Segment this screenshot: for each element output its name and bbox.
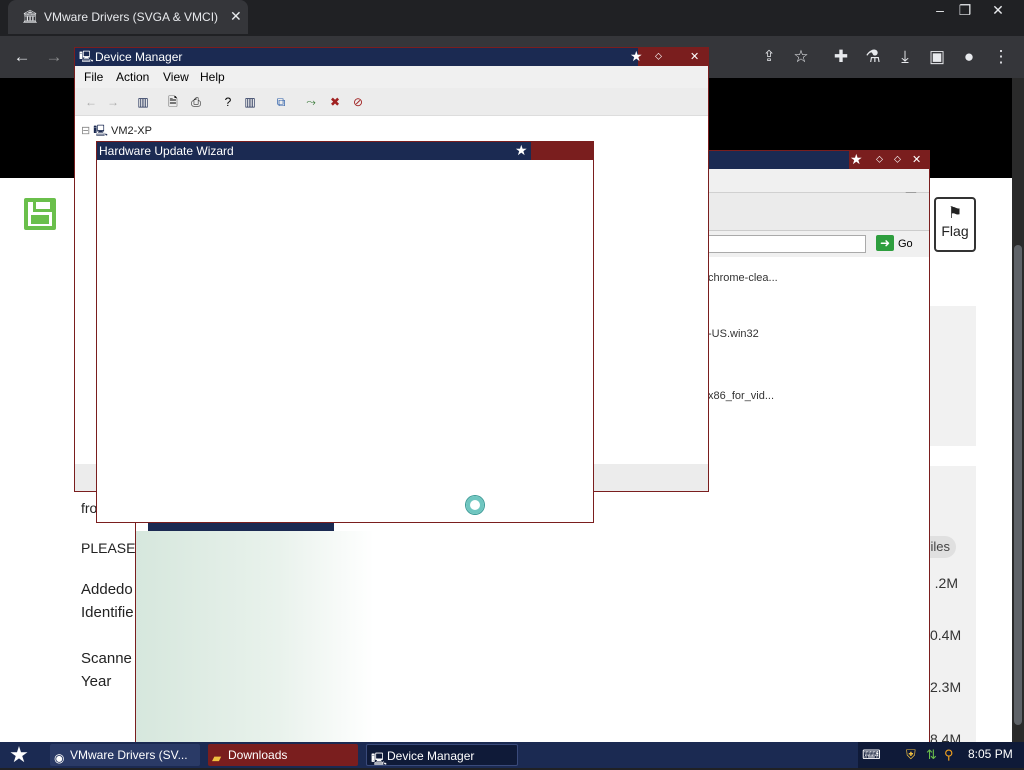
file-size: 2.3M — [930, 679, 962, 695]
properties-icon[interactable]: 🗎 — [165, 94, 181, 110]
menu-icon[interactable]: ⋮ — [990, 46, 1012, 68]
star-icon: ★ — [850, 151, 863, 167]
window-titlebar[interactable]: 🖳 Device Manager ★ ⬦ ✕ — [75, 48, 708, 66]
star-icon: ★ — [515, 142, 528, 158]
bank-icon: 🏛 — [22, 9, 39, 24]
expand-toggle-icon[interactable]: ⊟ — [81, 125, 90, 137]
address-input[interactable] — [708, 235, 866, 253]
chrome-icon: ◉ — [54, 751, 65, 765]
taskbar-item-downloads[interactable]: ▰ Downloads — [208, 744, 358, 766]
share-icon[interactable]: ⇪ — [758, 46, 780, 68]
scrollbar-thumb[interactable] — [1014, 245, 1022, 725]
flag-label: Flag — [941, 223, 969, 239]
side-panel — [930, 466, 976, 746]
update-driver-icon[interactable]: ⤳ — [303, 94, 319, 110]
download-icon[interactable]: ⤓ — [894, 46, 916, 68]
back-icon[interactable]: ← — [11, 46, 33, 68]
taskbar-label: Device Manager — [387, 749, 475, 763]
computer-icon: 🖳 — [93, 125, 108, 137]
menu-file[interactable]: File — [84, 70, 103, 84]
flag-button[interactable]: ⚑ Flag — [934, 197, 976, 252]
taskbar-label: VMware Drivers (SV... — [70, 748, 188, 762]
maximize-icon[interactable]: ⬦ — [894, 151, 901, 169]
extensions-icon[interactable]: ✚ — [830, 46, 852, 68]
tab-title: VMware Drivers (SVGA & VMCI) for — [44, 10, 220, 24]
taskbar: ★ ◉ VMware Drivers (SV... ▰ Downloads 🖳 Dev… — [0, 742, 1024, 768]
close-icon[interactable]: ✕ — [690, 48, 699, 66]
security-shield-icon[interactable]: ⛨ — [906, 747, 916, 763]
uninstall-icon[interactable]: ✖ — [327, 94, 343, 110]
show-hide-tree-icon[interactable]: ▥ — [135, 94, 151, 110]
menu-bar: File Action View Help — [75, 66, 708, 88]
minimize-icon[interactable]: ⬦ — [655, 48, 662, 66]
taskbar-item-chrome[interactable]: ◉ VMware Drivers (SV... — [50, 744, 200, 766]
flag-icon: ⚑ — [947, 205, 963, 222]
page-text: Addedo — [81, 581, 133, 598]
taskbar-item-device-manager[interactable]: 🖳 Device Manager — [366, 744, 518, 766]
side-panel — [930, 306, 976, 446]
view-icon[interactable]: ▥ — [242, 94, 258, 110]
disable-icon[interactable]: ⊘ — [350, 94, 366, 110]
print-icon[interactable]: ⎙ — [188, 94, 204, 110]
scan-hardware-icon[interactable]: ⧉ — [273, 94, 289, 110]
window-title: Device Manager — [95, 50, 183, 64]
toolbar: ← → ▥ 🗎 ⎙ ? ▥ ⧉ ⤳ ✖ ⊘ — [75, 88, 708, 116]
hardware-update-wizard[interactable]: Hardware Update Wizard ★ — [96, 141, 594, 523]
back-icon[interactable]: ← — [83, 94, 99, 110]
close-window-button[interactable]: ✕ — [983, 2, 1013, 19]
tree-root[interactable]: VM2-XP — [111, 125, 152, 137]
clock: 8:05 PM — [968, 747, 1013, 761]
forward-icon[interactable]: → — [105, 94, 121, 110]
device-tree: ⊟ 🖳 VM2-XP — [81, 122, 152, 141]
taskbar-label: Downloads — [228, 748, 288, 762]
computer-icon: 🖳 — [79, 51, 94, 63]
close-icon[interactable]: ✕ — [912, 151, 921, 169]
file-item[interactable]: -US.win32 — [708, 328, 759, 340]
window-title: Hardware Update Wizard — [99, 144, 234, 158]
go-button[interactable]: ➜ Go — [876, 235, 922, 253]
folder-icon: ▰ — [212, 751, 222, 765]
go-arrow-icon: ➜ — [876, 235, 894, 251]
page-text: fro — [81, 500, 98, 516]
go-label: Go — [898, 238, 913, 250]
menu-view[interactable]: View — [163, 70, 189, 84]
star-icon[interactable]: ☆ — [790, 46, 812, 68]
start-button[interactable]: ★ — [6, 742, 32, 768]
file-item[interactable]: x86_for_vid... — [708, 390, 774, 402]
close-tab-icon[interactable]: ✕ — [230, 8, 242, 25]
file-item[interactable]: chrome-clea... — [708, 272, 778, 284]
page-text: PLEASE — [81, 540, 136, 556]
window-titlebar[interactable]: Hardware Update Wizard ★ — [97, 142, 593, 160]
file-size: 0.4M — [930, 627, 962, 643]
window-background — [136, 531, 929, 743]
menu-action[interactable]: Action — [116, 70, 149, 84]
keyboard-icon[interactable]: ⌨ — [862, 747, 881, 763]
labs-icon[interactable]: ⚗ — [862, 46, 884, 68]
titlebar-stripe — [531, 142, 593, 160]
help-icon[interactable]: ? — [220, 94, 236, 110]
save-icon[interactable] — [24, 198, 56, 230]
page-text: Year — [81, 673, 112, 690]
search-icon[interactable]: ⚲ — [944, 747, 954, 763]
restore-button[interactable]: ❐ — [950, 2, 980, 19]
network-icon[interactable]: ⇅ — [926, 747, 937, 763]
page-text: Scanne — [81, 650, 132, 667]
browser-tab[interactable]: 🏛 VMware Drivers (SVGA & VMCI) for ✕ — [8, 0, 248, 34]
profile-icon[interactable]: ● — [958, 46, 980, 68]
computer-icon: 🖳 — [371, 752, 388, 766]
file-size: .2M — [934, 575, 958, 591]
sidepanel-icon[interactable]: ▣ — [926, 46, 948, 68]
loading-spinner-icon — [466, 496, 484, 514]
forward-icon[interactable]: → — [43, 46, 65, 68]
minimize-icon[interactable]: ⬦ — [876, 151, 883, 169]
menu-help[interactable]: Help — [200, 70, 225, 84]
page-text: Identifie — [81, 604, 134, 621]
star-icon: ★ — [630, 48, 643, 64]
